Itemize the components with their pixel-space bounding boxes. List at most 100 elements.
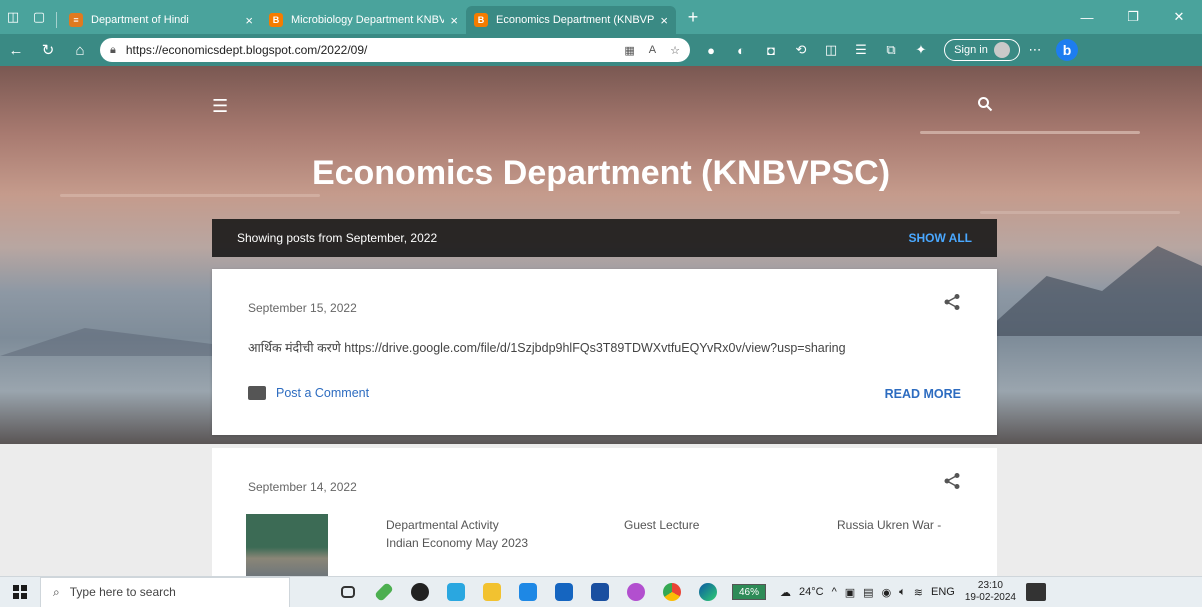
task-view-icon[interactable] (330, 577, 366, 607)
back-arrow-icon[interactable]: ← (0, 34, 32, 66)
taskbar-search-box[interactable]: ⌕ Type here to search (40, 576, 290, 607)
banner-cloud (60, 194, 320, 197)
bing-label: b (1062, 42, 1072, 58)
tab-favicon-icon: ≡ (69, 13, 83, 27)
blogger-favicon-icon: B (269, 13, 283, 27)
taskbar-app-icon[interactable] (438, 577, 474, 607)
lock-icon[interactable]: 🔒︎ (110, 44, 116, 57)
show-all-link[interactable]: SHOW ALL (908, 231, 972, 245)
weather-temperature[interactable]: 24°C (799, 586, 824, 598)
store-icon[interactable] (582, 577, 618, 607)
related-post-title: Departmental Activity (386, 518, 499, 532)
weather-icon[interactable]: ☁︎ (780, 586, 791, 599)
tab-title: Microbiology Department KNBVP (291, 14, 445, 26)
tab-title: Department of Hindi (91, 14, 189, 26)
banner-cloud (920, 131, 1140, 134)
share-icon[interactable] (943, 293, 961, 311)
search-icon: ⌕ (53, 584, 60, 599)
window-controls: — ❐ ✕ (1064, 0, 1202, 34)
tab-actions-icon[interactable]: ▢ (26, 0, 52, 34)
close-tab-icon[interactable]: × (245, 13, 253, 28)
tab-title: Economics Department (KNBVPS (496, 14, 655, 26)
related-post-link[interactable]: Russia Ukren War - (837, 516, 941, 534)
comment-icon (248, 386, 266, 400)
file-explorer-icon[interactable] (474, 577, 510, 607)
calculator-icon[interactable] (510, 577, 546, 607)
tab-department-of-hindi[interactable]: ≡ Department of Hindi × (61, 6, 261, 34)
sign-in-button[interactable]: Sign in (944, 39, 1020, 61)
browser-toolbar: ← ↻ ⌂ 🔒︎ https://economicsdept.blogspot.… (0, 34, 1202, 66)
read-aloud-icon[interactable]: A (649, 44, 656, 56)
blog-title[interactable]: Economics Department (KNBVPSC) (0, 154, 1202, 193)
tab-microbiology-department[interactable]: B Microbiology Department KNBVP × (261, 6, 466, 34)
restore-icon[interactable]: ❐ (1110, 0, 1156, 34)
divider (56, 12, 57, 28)
banner-mountain (980, 246, 1202, 336)
close-tab-icon[interactable]: × (660, 13, 668, 28)
tray-app-icon[interactable]: ▤ (863, 586, 873, 599)
taskbar-app-icon[interactable] (618, 577, 654, 607)
address-bar[interactable]: 🔒︎ https://economicsdept.blogspot.com/20… (100, 38, 690, 62)
mail-icon[interactable] (546, 577, 582, 607)
collections-icon[interactable]: ⧉ (876, 34, 906, 66)
post-thumbnail-image[interactable] (246, 514, 328, 576)
comment-label: Post a Comment (276, 386, 370, 400)
related-post-link[interactable]: Departmental Activity Indian Economy May… (386, 516, 528, 552)
extension-icon[interactable]: ● (696, 34, 726, 66)
notification-icon[interactable] (1026, 583, 1046, 601)
clock[interactable]: 23:10 19-02-2024 (965, 580, 1016, 604)
refresh-icon[interactable]: ↻ (32, 34, 64, 66)
battery-indicator[interactable]: 46% (732, 584, 766, 600)
more-menu-icon[interactable]: ⋯ (1020, 34, 1050, 66)
related-post-link[interactable]: Guest Lecture (624, 516, 699, 534)
share-icon[interactable] (943, 472, 961, 490)
post-date[interactable]: September 15, 2022 (248, 301, 357, 315)
taskbar-app-icon[interactable] (402, 577, 438, 607)
banner-cloud (980, 211, 1180, 214)
tray-app-icon[interactable]: ▣ (845, 586, 855, 599)
sign-in-label: Sign in (954, 44, 988, 56)
close-tab-icon[interactable]: × (450, 13, 458, 28)
wifi-icon[interactable]: ≋ (914, 586, 923, 599)
language-indicator[interactable]: ENG (931, 586, 955, 598)
chrome-icon[interactable] (654, 577, 690, 607)
new-tab-icon[interactable]: + (680, 0, 706, 34)
workspaces-icon[interactable]: ◫ (0, 0, 26, 34)
extension-icon[interactable]: ◐ (726, 34, 756, 66)
network-icon[interactable]: ◉ (882, 586, 892, 599)
archive-filter-bar: Showing posts from September, 2022 SHOW … (212, 219, 997, 257)
close-window-icon[interactable]: ✕ (1156, 0, 1202, 34)
url-text: https://economicsdept.blogspot.com/2022/… (125, 43, 368, 57)
system-tray: ☁︎ 24°C ^ ▣ ▤ ◉ 🔈︎ ≋ ENG (780, 586, 955, 599)
taskbar-app-icon[interactable] (366, 577, 402, 607)
banner-mountain (0, 328, 212, 356)
home-icon[interactable]: ⌂ (64, 34, 96, 66)
related-post-title: Russia Ukren War - (837, 518, 942, 532)
bing-copilot-icon[interactable]: b (1056, 39, 1078, 61)
windows-taskbar: ⌕ Type here to search 46% ☁︎ 24°C ^ ▣ ▤ … (0, 576, 1202, 607)
search-icon[interactable] (977, 96, 993, 112)
pocket-icon[interactable]: ◘ (756, 34, 786, 66)
menu-hamburger-icon[interactable]: ☰ (212, 96, 228, 117)
tab-economics-department[interactable]: B Economics Department (KNBVPS × (466, 6, 676, 34)
favorites-icon[interactable]: ☰ (846, 34, 876, 66)
volume-icon[interactable]: 🔈︎ (899, 586, 906, 599)
minimize-icon[interactable]: — (1064, 0, 1110, 34)
blogger-favicon-icon: B (474, 13, 488, 27)
extension-icon[interactable]: ✦ (906, 34, 936, 66)
post-card: September 15, 2022 आर्थिक मंदीची करणे ht… (212, 269, 997, 435)
post-comment-link[interactable]: Post a Comment (248, 386, 369, 400)
related-post-title: Guest Lecture (624, 518, 700, 532)
related-post-subtitle: Indian Economy May 2023 (386, 536, 529, 550)
favorite-star-icon[interactable]: ☆ (670, 44, 680, 57)
browser-tab-bar: ◫ ▢ ≡ Department of Hindi × B Microbiolo… (0, 0, 1202, 34)
edge-icon[interactable] (690, 577, 726, 607)
chevron-up-icon[interactable]: ^ (832, 586, 837, 598)
extensions-puzzle-icon[interactable]: ⟲ (786, 34, 816, 66)
app-available-icon[interactable]: ▦ (624, 44, 634, 57)
split-screen-icon[interactable]: ◫ (816, 34, 846, 66)
read-more-link[interactable]: READ MORE (885, 387, 961, 401)
start-button[interactable] (0, 577, 40, 607)
post-date[interactable]: September 14, 2022 (248, 480, 357, 494)
web-page: ☰ Economics Department (KNBVPSC) Showing… (0, 66, 1202, 576)
